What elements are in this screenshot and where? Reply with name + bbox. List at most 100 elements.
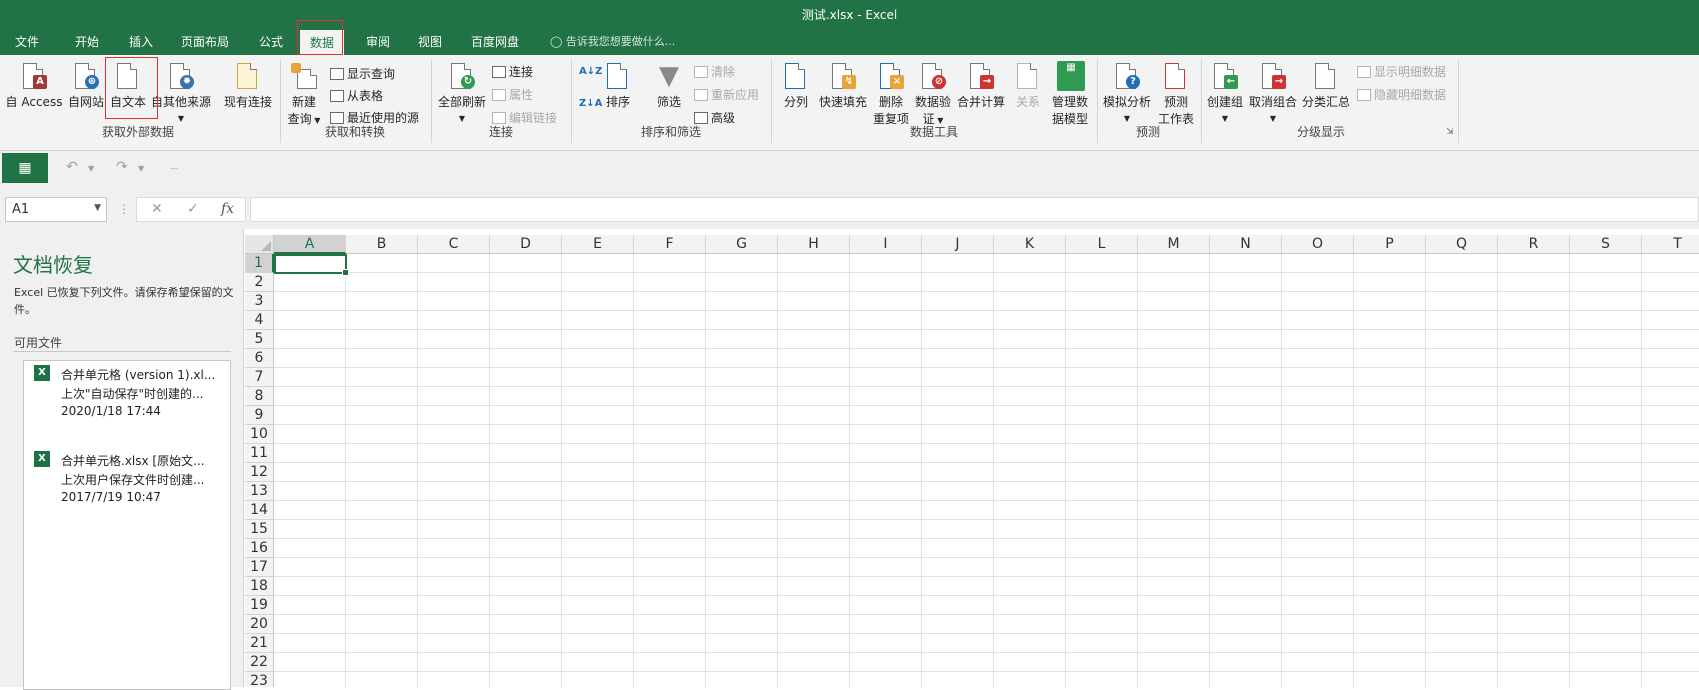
row-header-4[interactable]: 4 <box>245 311 274 330</box>
existing-connections-button[interactable]: 现有连接 <box>222 61 274 110</box>
reapply-button[interactable]: 重新应用 <box>694 86 759 103</box>
tell-me-search[interactable]: ◯ 告诉我您想要做什么... <box>550 33 675 49</box>
row-header-9[interactable]: 9 <box>245 406 274 425</box>
chevron-down-icon[interactable]: ▼ <box>94 203 101 213</box>
column-header-d[interactable]: D <box>490 235 562 254</box>
what-if-analysis-button[interactable]: ? 模拟分析 ▼ <box>1101 61 1153 124</box>
recovery-file-item[interactable]: X 合并单元格 (version 1).xl... 上次"自动保存"时创建的..… <box>24 361 230 441</box>
formula-input[interactable] <box>250 197 1699 222</box>
row-header-5[interactable]: 5 <box>245 330 274 349</box>
properties-button[interactable]: 属性 <box>492 86 533 103</box>
column-header-q[interactable]: Q <box>1426 235 1498 254</box>
select-all-button[interactable] <box>245 235 274 254</box>
row-header-15[interactable]: 15 <box>245 520 274 539</box>
undo-icon[interactable]: ↶ <box>66 159 78 175</box>
row-header-13[interactable]: 13 <box>245 482 274 501</box>
row-header-17[interactable]: 17 <box>245 558 274 577</box>
column-header-i[interactable]: I <box>850 235 922 254</box>
row-header-22[interactable]: 22 <box>245 653 274 672</box>
column-header-g[interactable]: G <box>706 235 778 254</box>
row-header-11[interactable]: 11 <box>245 444 274 463</box>
hide-detail-button[interactable]: 隐藏明细数据 <box>1357 86 1446 103</box>
flash-fill-button[interactable]: ↯ 快速填充 <box>817 61 869 110</box>
column-header-o[interactable]: O <box>1282 235 1354 254</box>
tab-file[interactable]: 文件 <box>15 33 39 50</box>
filter-button[interactable]: ▼ 筛选 <box>651 61 687 110</box>
tab-page-layout[interactable]: 页面布局 <box>181 33 229 50</box>
row-header-2[interactable]: 2 <box>245 273 274 292</box>
save-icon[interactable]: ▦ <box>2 153 48 183</box>
tab-review[interactable]: 审阅 <box>366 33 390 50</box>
new-query-button[interactable]: 新建 查询 ▼ <box>286 61 322 127</box>
row-header-7[interactable]: 7 <box>245 368 274 387</box>
row-header-21[interactable]: 21 <box>245 634 274 653</box>
row-header-12[interactable]: 12 <box>245 463 274 482</box>
from-web-button[interactable]: ⊕ 自网站 <box>66 61 106 110</box>
row-header-6[interactable]: 6 <box>245 349 274 368</box>
active-cell-a1[interactable] <box>274 254 349 276</box>
refresh-all-button[interactable]: ↻ 全部刷新 ▼ <box>436 61 488 124</box>
column-header-s[interactable]: S <box>1570 235 1642 254</box>
row-header-16[interactable]: 16 <box>245 539 274 558</box>
row-header-23[interactable]: 23 <box>245 672 274 687</box>
sort-ascending-icon[interactable]: A↓Z <box>579 66 602 77</box>
column-header-r[interactable]: R <box>1498 235 1570 254</box>
column-header-f[interactable]: F <box>634 235 706 254</box>
tab-home[interactable]: 开始 <box>75 33 99 50</box>
text-to-columns-button[interactable]: 分列 <box>779 61 813 110</box>
row-header-14[interactable]: 14 <box>245 501 274 520</box>
row-header-8[interactable]: 8 <box>245 387 274 406</box>
group-button[interactable]: ← 创建组 ▼ <box>1204 61 1246 124</box>
recovery-file-item[interactable]: X 合并单元格.xlsx [原始文... 上次用户保存文件时创建... 2017… <box>24 447 230 527</box>
customize-qat-icon[interactable]: — <box>170 164 178 173</box>
column-header-c[interactable]: C <box>418 235 490 254</box>
tab-baidu-netdisk[interactable]: 百度网盘 <box>471 33 519 50</box>
column-header-n[interactable]: N <box>1210 235 1282 254</box>
manage-data-model-button[interactable]: ▦ 管理数 据模型 <box>1049 61 1091 127</box>
row-header-1[interactable]: 1 <box>245 254 274 273</box>
from-other-sources-button[interactable]: ✹ 自其他来源 ▼ <box>150 61 212 124</box>
consolidate-button[interactable]: → 合并计算 <box>955 61 1007 110</box>
cancel-icon[interactable]: ✕ <box>151 201 163 217</box>
column-header-t[interactable]: T <box>1642 235 1699 254</box>
dialog-launcher-icon[interactable]: ⇲ <box>1446 127 1454 137</box>
connections-button[interactable]: 连接 <box>492 63 533 80</box>
from-table-button[interactable]: 从表格 <box>330 87 383 104</box>
sort-button[interactable]: 排序 <box>601 61 635 110</box>
row-header-20[interactable]: 20 <box>245 615 274 634</box>
from-access-button[interactable]: A 自 Access <box>5 61 63 110</box>
sort-descending-icon[interactable]: Z↓A <box>579 98 602 109</box>
insert-function-icon[interactable]: fx <box>221 201 234 217</box>
relationships-button[interactable]: 关系 <box>1010 61 1046 110</box>
ungroup-button[interactable]: → 取消组合 ▼ <box>1247 61 1299 124</box>
remove-duplicates-button[interactable]: × 删除 重复项 <box>870 61 912 127</box>
column-header-a[interactable]: A <box>274 235 346 254</box>
tab-formulas[interactable]: 公式 <box>259 33 283 50</box>
subtotal-button[interactable]: 分类汇总 <box>1300 61 1352 110</box>
column-header-j[interactable]: J <box>922 235 994 254</box>
column-header-l[interactable]: L <box>1066 235 1138 254</box>
show-queries-button[interactable]: 显示查询 <box>330 65 395 82</box>
tab-view[interactable]: 视图 <box>418 33 442 50</box>
column-header-b[interactable]: B <box>346 235 418 254</box>
enter-icon[interactable]: ✓ <box>187 201 199 217</box>
clear-filter-button[interactable]: 清除 <box>694 63 735 80</box>
column-header-m[interactable]: M <box>1138 235 1210 254</box>
tab-insert[interactable]: 插入 <box>129 33 153 50</box>
row-header-10[interactable]: 10 <box>245 425 274 444</box>
column-header-k[interactable]: K <box>994 235 1066 254</box>
column-header-h[interactable]: H <box>778 235 850 254</box>
forecast-sheet-button[interactable]: 预测 工作表 <box>1155 61 1197 127</box>
column-header-p[interactable]: P <box>1354 235 1426 254</box>
redo-dropdown-icon[interactable]: ▼ <box>138 164 144 173</box>
data-validation-button[interactable]: ⊘ 数据验证 ▼ <box>912 61 954 127</box>
undo-dropdown-icon[interactable]: ▼ <box>88 164 94 173</box>
row-header-3[interactable]: 3 <box>245 292 274 311</box>
redo-icon[interactable]: ↷ <box>116 159 128 175</box>
column-header-e[interactable]: E <box>562 235 634 254</box>
name-box[interactable]: A1 ▼ <box>5 197 107 222</box>
row-header-19[interactable]: 19 <box>245 596 274 615</box>
spreadsheet-grid[interactable]: ABCDEFGHIJKLMNOPQRST 1 2 3 4 5 6 7 8 9 10 11 12 13 14… <box>245 235 1699 687</box>
row-header-18[interactable]: 18 <box>245 577 274 596</box>
show-detail-button[interactable]: 显示明细数据 <box>1357 63 1446 80</box>
